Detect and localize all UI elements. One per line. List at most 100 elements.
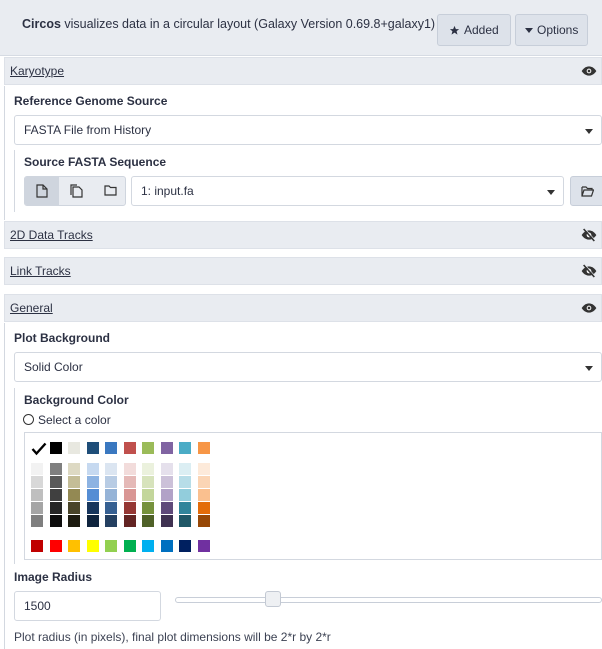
color-swatch-shade[interactable] <box>68 489 80 501</box>
color-swatch[interactable] <box>68 442 80 454</box>
color-swatch-shade[interactable] <box>49 515 62 527</box>
color-swatch-shade[interactable] <box>105 476 117 488</box>
section-2d-data-tracks[interactable]: 2D Data Tracks <box>4 221 602 249</box>
color-swatch-shade[interactable] <box>86 463 99 475</box>
color-swatch-shade[interactable] <box>160 476 173 488</box>
color-swatch[interactable] <box>142 540 154 552</box>
color-swatch-shade[interactable] <box>179 502 191 514</box>
color-swatch-shade[interactable] <box>179 515 191 527</box>
color-swatch-shade[interactable] <box>123 515 136 527</box>
color-swatch-shade[interactable] <box>86 476 99 488</box>
section-karyotype-label[interactable]: Karyotype <box>10 64 64 78</box>
color-swatch-shade[interactable] <box>179 489 191 501</box>
color-swatch-shade[interactable] <box>142 463 154 475</box>
color-swatch-shade[interactable] <box>86 502 99 514</box>
color-swatch-shade[interactable] <box>123 463 136 475</box>
color-swatch[interactable] <box>197 442 210 454</box>
source-fasta-select[interactable]: 1: input.fa <box>131 176 564 206</box>
color-swatch-shade[interactable] <box>105 502 117 514</box>
plot-background-select[interactable]: Solid Color <box>14 352 602 382</box>
section-general[interactable]: General <box>4 294 602 322</box>
color-swatch[interactable] <box>142 442 154 454</box>
radio-button[interactable] <box>23 414 34 425</box>
color-swatch[interactable] <box>105 442 117 454</box>
color-swatch[interactable] <box>105 540 117 552</box>
single-dataset-button[interactable] <box>25 177 59 205</box>
color-swatch-shade[interactable] <box>68 476 80 488</box>
collection-button[interactable] <box>93 177 125 205</box>
color-swatch[interactable] <box>197 540 210 552</box>
color-swatch[interactable] <box>179 540 191 552</box>
color-swatch-shade[interactable] <box>197 489 210 501</box>
color-swatch-shade[interactable] <box>31 463 43 475</box>
color-swatch-shade[interactable] <box>123 476 136 488</box>
color-swatch-shade[interactable] <box>142 489 154 501</box>
color-swatch[interactable] <box>123 442 136 454</box>
color-swatch-shade[interactable] <box>160 463 173 475</box>
color-swatch[interactable] <box>49 540 62 552</box>
select-color-label[interactable]: Select a color <box>38 413 111 427</box>
color-swatch-shade[interactable] <box>49 489 62 501</box>
color-swatch-shade[interactable] <box>68 463 80 475</box>
color-swatch-shade[interactable] <box>68 515 80 527</box>
color-swatch-shade[interactable] <box>31 476 43 488</box>
image-radius-input[interactable]: 1500 <box>14 591 161 621</box>
eye-icon[interactable] <box>581 63 597 79</box>
color-swatch-shade[interactable] <box>31 515 43 527</box>
color-swatch-shade[interactable] <box>105 489 117 501</box>
browse-button[interactable] <box>570 176 602 206</box>
color-swatch[interactable] <box>86 540 99 552</box>
options-button[interactable]: Options <box>515 14 588 46</box>
folder-open-icon <box>581 186 594 197</box>
color-swatch-shade[interactable] <box>179 463 191 475</box>
eye-slash-icon[interactable] <box>581 263 597 279</box>
color-swatch-shade[interactable] <box>105 515 117 527</box>
color-swatch-shade[interactable] <box>160 515 173 527</box>
color-swatch-shade[interactable] <box>142 515 154 527</box>
color-swatch-shade[interactable] <box>160 502 173 514</box>
color-swatch[interactable] <box>160 540 173 552</box>
color-swatch-shade[interactable] <box>179 476 191 488</box>
reference-genome-select[interactable]: FASTA File from History <box>14 115 602 145</box>
color-swatch[interactable] <box>68 540 80 552</box>
color-swatch[interactable] <box>86 442 99 454</box>
section-link-tracks[interactable]: Link Tracks <box>4 257 602 285</box>
color-swatch-shade[interactable] <box>197 515 210 527</box>
image-radius-slider[interactable] <box>175 597 602 603</box>
section-link-tracks-label[interactable]: Link Tracks <box>10 264 71 278</box>
color-swatch-shade[interactable] <box>123 502 136 514</box>
color-swatch-shade[interactable] <box>49 463 62 475</box>
color-swatch-shade[interactable] <box>68 502 80 514</box>
eye-icon[interactable] <box>581 300 597 316</box>
color-swatch-shade[interactable] <box>142 476 154 488</box>
color-swatch-shade[interactable] <box>142 502 154 514</box>
color-swatch-shade[interactable] <box>123 489 136 501</box>
color-swatch[interactable] <box>160 442 173 454</box>
section-general-label[interactable]: General <box>10 301 53 315</box>
color-swatch-shade[interactable] <box>86 489 99 501</box>
color-swatch-shade[interactable] <box>197 502 210 514</box>
eye-slash-icon[interactable] <box>581 227 597 243</box>
section-2d-data-tracks-label[interactable]: 2D Data Tracks <box>10 228 93 242</box>
plot-background-value: Solid Color <box>24 360 83 374</box>
color-swatch-shade[interactable] <box>197 463 210 475</box>
added-button[interactable]: Added <box>437 14 511 46</box>
image-radius-title: Image Radius <box>14 570 93 584</box>
color-swatch-shade[interactable] <box>197 476 210 488</box>
color-swatch[interactable] <box>179 442 191 454</box>
color-swatch[interactable] <box>123 540 136 552</box>
source-fasta-title: Source FASTA Sequence <box>24 155 167 169</box>
image-radius-slider-handle[interactable] <box>265 591 281 607</box>
color-swatch-shade[interactable] <box>86 515 99 527</box>
chevron-down-icon <box>585 366 593 371</box>
color-swatch-shade[interactable] <box>105 463 117 475</box>
color-swatch-shade[interactable] <box>160 489 173 501</box>
color-swatch[interactable] <box>49 442 62 454</box>
color-swatch-shade[interactable] <box>49 476 62 488</box>
color-swatch-shade[interactable] <box>31 489 43 501</box>
section-karyotype[interactable]: Karyotype <box>4 57 602 85</box>
color-swatch-shade[interactable] <box>31 502 43 514</box>
multiple-datasets-button[interactable] <box>59 177 93 205</box>
color-swatch[interactable] <box>31 540 43 552</box>
color-swatch-shade[interactable] <box>49 502 62 514</box>
